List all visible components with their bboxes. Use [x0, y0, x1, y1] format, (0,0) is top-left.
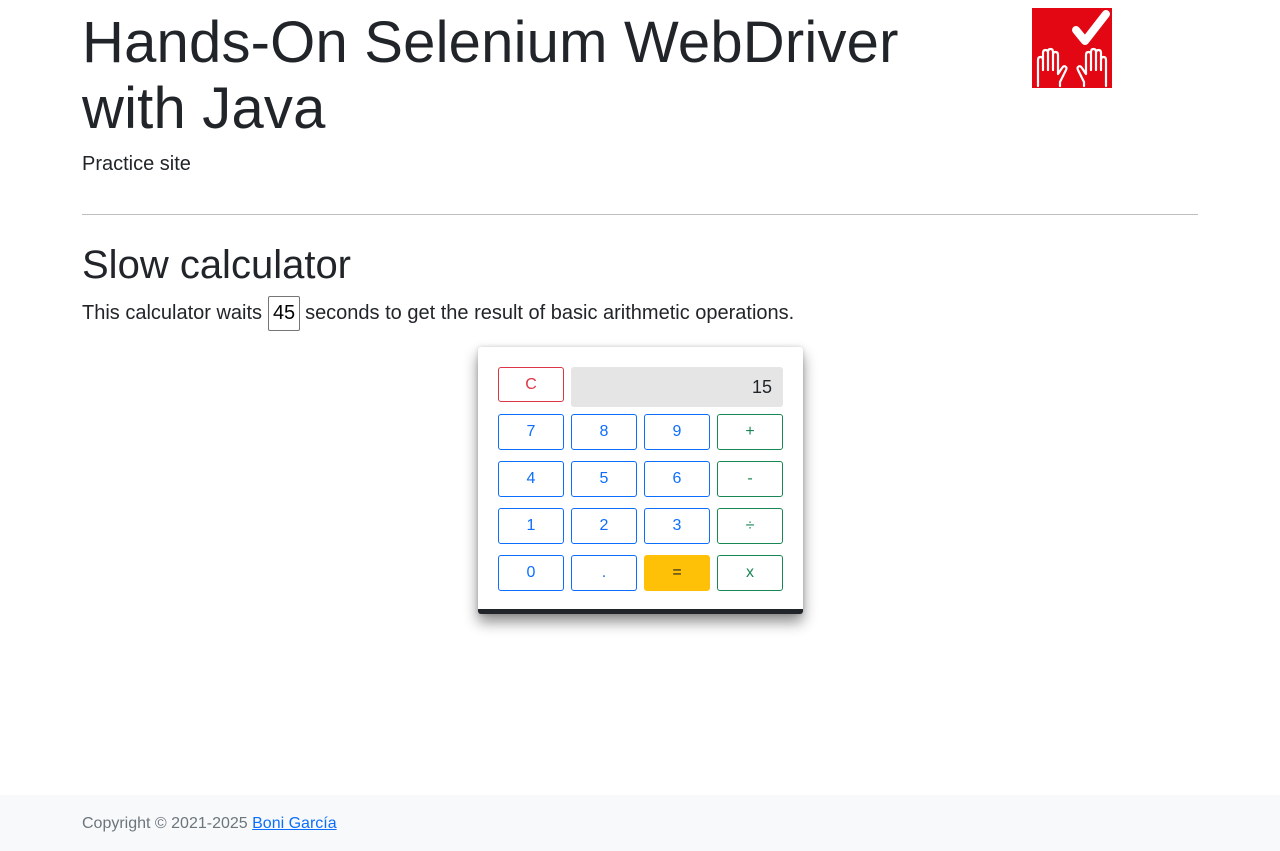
page-subtitle: Practice site	[82, 153, 191, 175]
key-3-button[interactable]: 3	[644, 508, 710, 544]
clear-button[interactable]: C	[498, 367, 564, 402]
header-divider	[82, 214, 1198, 215]
hands-checkmark-logo-icon	[1032, 8, 1112, 88]
delay-input[interactable]	[268, 295, 301, 331]
plus-button[interactable]: +	[717, 414, 783, 450]
page-title: Hands-On Selenium WebDriver with Java	[82, 10, 899, 141]
key-9-button[interactable]: 9	[644, 414, 710, 450]
equals-button[interactable]: =	[644, 555, 710, 591]
description-text-before: This calculator waits	[82, 301, 263, 324]
key-7-button[interactable]: 7	[498, 414, 564, 450]
author-link[interactable]: Boni García	[252, 815, 336, 832]
calculator-description: This calculator waits seconds to get the…	[82, 295, 794, 331]
calculator: C 15 7 8 9 + 4 5 6 - 1 2 3 ÷ 0 . = x	[478, 347, 803, 614]
key-8-button[interactable]: 8	[571, 414, 637, 450]
multiply-button[interactable]: x	[717, 555, 783, 591]
divide-button[interactable]: ÷	[717, 508, 783, 544]
key-0-button[interactable]: 0	[498, 555, 564, 591]
key-1-button[interactable]: 1	[498, 508, 564, 544]
copyright-text: Copyright © 2021-2025	[82, 815, 248, 832]
key-4-button[interactable]: 4	[498, 461, 564, 497]
key-2-button[interactable]: 2	[571, 508, 637, 544]
section-title: Slow calculator	[82, 243, 352, 287]
key-5-button[interactable]: 5	[571, 461, 637, 497]
minus-button[interactable]: -	[717, 461, 783, 497]
footer-copyright: Copyright © 2021-2025 Boni García	[82, 814, 337, 834]
footer: Copyright © 2021-2025 Boni García	[0, 795, 1280, 851]
description-text-after: seconds to get the result of basic arith…	[305, 301, 795, 324]
decimal-point-button[interactable]: .	[571, 555, 637, 591]
calculator-screen: 15	[571, 367, 783, 407]
key-6-button[interactable]: 6	[644, 461, 710, 497]
